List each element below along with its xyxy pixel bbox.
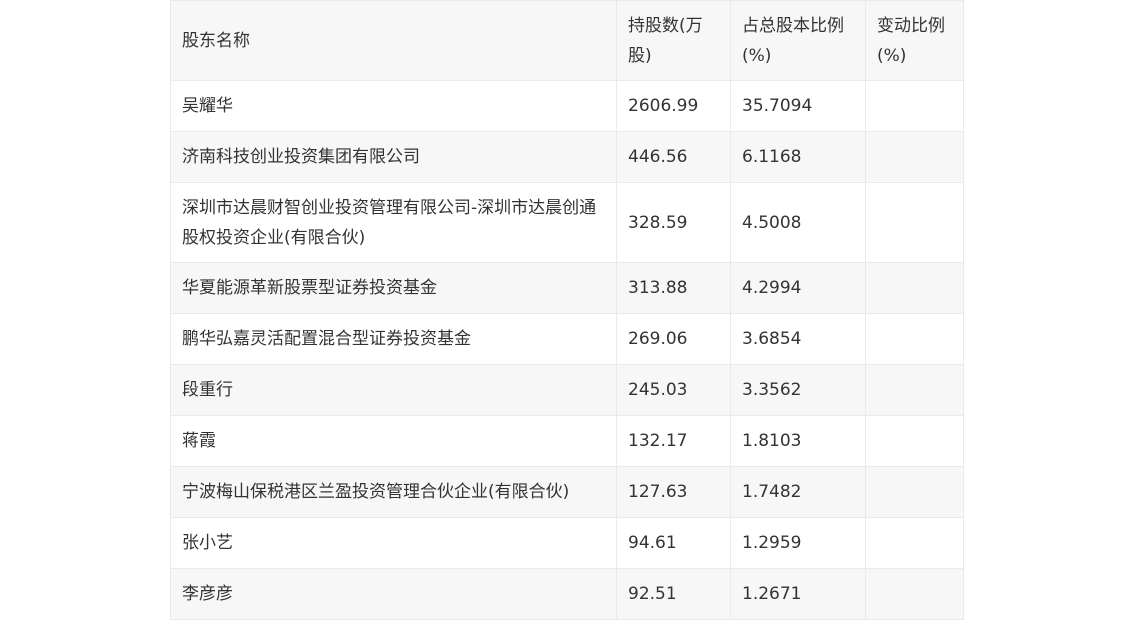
cell-change-ratio (865, 517, 964, 569)
cell-shareholder-name: 张小艺 (170, 517, 617, 569)
cell-shares: 446.56 (616, 131, 731, 183)
cell-shareholder-name: 段重行 (170, 364, 617, 416)
shareholder-table: 股东名称 持股数(万股) 占总股本比例(%) 变动比例(%) 吴耀华 2606.… (170, 0, 964, 620)
table-row: 华夏能源革新股票型证券投资基金 313.88 4.2994 (170, 262, 964, 314)
cell-shares: 92.51 (616, 568, 731, 620)
shareholder-table-container: 股东名称 持股数(万股) 占总股本比例(%) 变动比例(%) 吴耀华 2606.… (170, 0, 964, 620)
table-header-row: 股东名称 持股数(万股) 占总股本比例(%) 变动比例(%) (170, 0, 964, 81)
cell-change-ratio (865, 262, 964, 314)
cell-shares: 132.17 (616, 415, 731, 467)
cell-shares: 94.61 (616, 517, 731, 569)
cell-shares: 127.63 (616, 466, 731, 518)
table-row: 李彦彦 92.51 1.2671 (170, 568, 964, 620)
table-row: 吴耀华 2606.99 35.7094 (170, 80, 964, 132)
header-share-ratio: 占总股本比例(%) (730, 0, 866, 81)
cell-shares: 269.06 (616, 313, 731, 365)
cell-shareholder-name: 宁波梅山保税港区兰盈投资管理合伙企业(有限合伙) (170, 466, 617, 518)
cell-share-ratio: 1.8103 (730, 415, 866, 467)
cell-shares: 313.88 (616, 262, 731, 314)
cell-share-ratio: 1.7482 (730, 466, 866, 518)
cell-share-ratio: 4.5008 (730, 182, 866, 263)
table-row: 鹏华弘嘉灵活配置混合型证券投资基金 269.06 3.6854 (170, 313, 964, 365)
cell-shares: 2606.99 (616, 80, 731, 132)
cell-change-ratio (865, 131, 964, 183)
cell-share-ratio: 3.3562 (730, 364, 866, 416)
table-row: 段重行 245.03 3.3562 (170, 364, 964, 416)
cell-share-ratio: 6.1168 (730, 131, 866, 183)
cell-share-ratio: 1.2671 (730, 568, 866, 620)
cell-share-ratio: 35.7094 (730, 80, 866, 132)
cell-shareholder-name: 蒋霞 (170, 415, 617, 467)
cell-share-ratio: 4.2994 (730, 262, 866, 314)
table-row: 张小艺 94.61 1.2959 (170, 517, 964, 569)
cell-shares: 328.59 (616, 182, 731, 263)
table-row: 蒋霞 132.17 1.8103 (170, 415, 964, 467)
header-change-ratio: 变动比例(%) (865, 0, 964, 81)
table-row: 宁波梅山保税港区兰盈投资管理合伙企业(有限合伙) 127.63 1.7482 (170, 466, 964, 518)
cell-shareholder-name: 华夏能源革新股票型证券投资基金 (170, 262, 617, 314)
cell-change-ratio (865, 182, 964, 263)
cell-share-ratio: 3.6854 (730, 313, 866, 365)
cell-shares: 245.03 (616, 364, 731, 416)
cell-shareholder-name: 李彦彦 (170, 568, 617, 620)
cell-shareholder-name: 鹏华弘嘉灵活配置混合型证券投资基金 (170, 313, 617, 365)
cell-share-ratio: 1.2959 (730, 517, 866, 569)
cell-shareholder-name: 吴耀华 (170, 80, 617, 132)
table-row: 济南科技创业投资集团有限公司 446.56 6.1168 (170, 131, 964, 183)
table-row: 深圳市达晨财智创业投资管理有限公司-深圳市达晨创通股权投资企业(有限合伙) 32… (170, 182, 964, 263)
cell-shareholder-name: 济南科技创业投资集团有限公司 (170, 131, 617, 183)
cell-change-ratio (865, 415, 964, 467)
cell-shareholder-name: 深圳市达晨财智创业投资管理有限公司-深圳市达晨创通股权投资企业(有限合伙) (170, 182, 617, 263)
cell-change-ratio (865, 364, 964, 416)
cell-change-ratio (865, 568, 964, 620)
header-shareholder-name: 股东名称 (170, 0, 617, 81)
header-shares: 持股数(万股) (616, 0, 731, 81)
cell-change-ratio (865, 80, 964, 132)
cell-change-ratio (865, 466, 964, 518)
cell-change-ratio (865, 313, 964, 365)
